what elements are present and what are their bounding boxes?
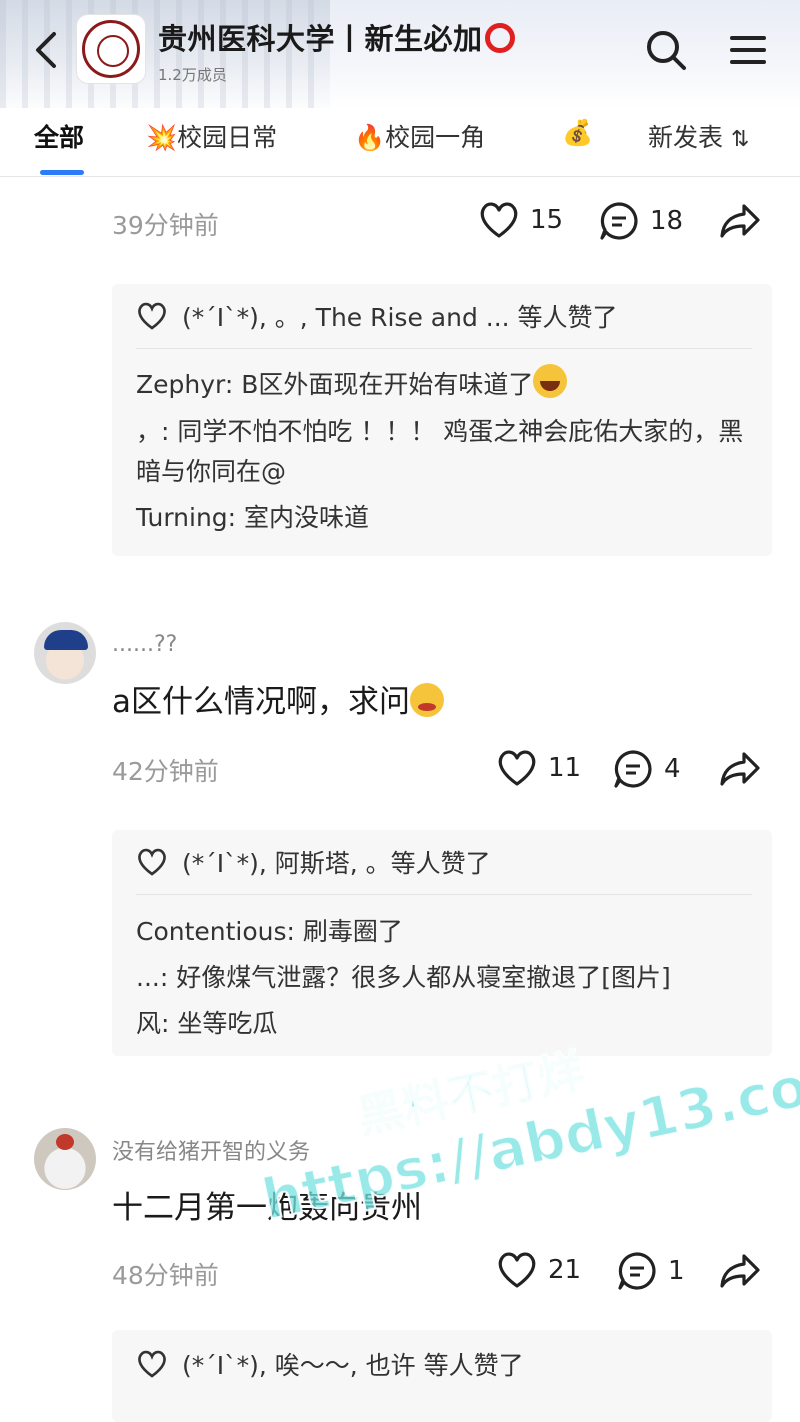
reply-author: Zephyr: bbox=[136, 370, 234, 399]
liked-by-text: (*´I`*), 阿斯塔, 。等人赞了 bbox=[182, 849, 491, 878]
like-button[interactable]: 15 bbox=[478, 200, 563, 240]
heart-outline-icon bbox=[138, 302, 166, 330]
reply-author: Turning: bbox=[136, 503, 237, 532]
active-tab-indicator bbox=[40, 170, 84, 175]
group-logo[interactable] bbox=[76, 14, 146, 84]
reply-author: Contentious: bbox=[136, 917, 295, 946]
sort-newest[interactable]: 新发表 ⇅ bbox=[648, 118, 749, 154]
comment-icon bbox=[600, 202, 638, 240]
apple-icon bbox=[56, 1134, 74, 1150]
comment-count: 4 bbox=[664, 754, 681, 784]
hamburger-menu-icon bbox=[730, 36, 766, 64]
user-avatar[interactable] bbox=[34, 622, 96, 684]
tab-campus-daily[interactable]: 💥校园日常 bbox=[146, 118, 277, 154]
liked-by-line: (*´I`*), 。, The Rise and ... 等人赞了 bbox=[136, 298, 618, 334]
post-time: 42分钟前 bbox=[112, 757, 219, 786]
group-title-text: 贵州医科大学丨新生必加 bbox=[158, 22, 483, 56]
group-title: 贵州医科大学丨新生必加 bbox=[158, 16, 515, 58]
reply-item[interactable]: Zephyr: B区外面现在开始有味道了 bbox=[136, 364, 756, 405]
comment-button[interactable]: 1 bbox=[616, 1250, 685, 1292]
comment-count: 18 bbox=[650, 206, 684, 236]
search-button[interactable] bbox=[642, 26, 690, 74]
sort-newest-label: 新发表 bbox=[648, 123, 724, 152]
user-avatar[interactable] bbox=[34, 1128, 96, 1190]
red-circle-icon bbox=[484, 23, 515, 53]
reply-text: 坐等吃瓜 bbox=[177, 1009, 278, 1038]
share-icon bbox=[720, 1254, 760, 1288]
category-tabs: 全部 💥校园日常 🔥校园一角 💰 新发表 ⇅ bbox=[0, 108, 800, 176]
reply-item[interactable]: Contentious: 刷毒圈了 bbox=[136, 912, 756, 952]
post-time: 39分钟前 bbox=[112, 211, 219, 240]
heart-outline-icon bbox=[138, 848, 166, 876]
reply-box[interactable]: (*´I`*), 唉～～, 也许 等人赞了 bbox=[112, 1330, 772, 1422]
comment-count: 1 bbox=[668, 1256, 685, 1286]
reply-text: 刷毒圈了 bbox=[302, 917, 403, 946]
tired-face-emoji-icon bbox=[410, 683, 444, 717]
share-icon bbox=[720, 752, 760, 786]
post-time: 48分钟前 bbox=[112, 1261, 219, 1290]
liked-by-text: (*´I`*), 唉～～, 也许 等人赞了 bbox=[182, 1351, 524, 1380]
cap-icon bbox=[44, 630, 88, 650]
comment-button[interactable]: 4 bbox=[612, 748, 681, 790]
comment-button[interactable]: 18 bbox=[598, 200, 683, 242]
tab-campus-corner[interactable]: 🔥校园一角 bbox=[354, 118, 485, 154]
share-button[interactable] bbox=[718, 748, 762, 790]
post-text-content: a区什么情况啊，求问 bbox=[112, 684, 410, 720]
divider bbox=[136, 348, 752, 349]
reply-text: 室内没味道 bbox=[244, 503, 370, 532]
reply-text: B区外面现在开始有味道了 bbox=[241, 370, 534, 399]
comment-icon bbox=[614, 750, 652, 788]
heart-icon bbox=[498, 750, 536, 786]
reply-text: 同学不怕不怕吃 ！！！ 鸡蛋之神会庇佑大家的，黑暗与你同在@ bbox=[136, 417, 744, 486]
username[interactable]: 没有给猪开智的义务 bbox=[112, 1134, 310, 1166]
reply-item[interactable]: 风: 坐等吃瓜 bbox=[136, 1004, 756, 1044]
share-button[interactable] bbox=[718, 200, 762, 242]
tabs-divider bbox=[0, 176, 800, 177]
reply-item[interactable]: ...: 好像煤气泄露？很多人都从寝室撤退了[图片] bbox=[136, 958, 756, 998]
liked-by-line: (*´I`*), 阿斯塔, 。等人赞了 bbox=[136, 844, 491, 880]
post-text: a区什么情况啊，求问 bbox=[112, 676, 444, 721]
heart-icon bbox=[498, 1252, 536, 1288]
heart-outline-icon bbox=[138, 1350, 166, 1378]
reply-author: 风: bbox=[136, 1009, 170, 1038]
chevron-left-icon bbox=[36, 32, 56, 68]
like-count: 21 bbox=[548, 1255, 582, 1285]
university-seal-icon bbox=[82, 20, 140, 78]
sort-icon: ⇅ bbox=[730, 127, 750, 152]
tab-all[interactable]: 全部 bbox=[34, 118, 84, 154]
member-count: 1.2万成员 bbox=[158, 66, 227, 84]
post-text: 十二月第一炮轰向贵州 bbox=[112, 1190, 422, 1226]
comment-icon bbox=[618, 1252, 656, 1290]
share-icon bbox=[720, 204, 760, 238]
group-header: 贵州医科大学丨新生必加 1.2万成员 bbox=[0, 0, 800, 108]
reply-text: 好像煤气泄露？很多人都从寝室撤退了[图片] bbox=[176, 963, 671, 992]
menu-button[interactable] bbox=[726, 28, 770, 72]
reply-author: ...: bbox=[136, 963, 169, 992]
like-button[interactable]: 21 bbox=[496, 1250, 581, 1290]
reply-item[interactable]: ，: 同学不怕不怕吃 ！！！ 鸡蛋之神会庇佑大家的，黑暗与你同在@ bbox=[136, 412, 756, 492]
like-button[interactable]: 11 bbox=[496, 748, 581, 788]
liked-by-line: (*´I`*), 唉～～, 也许 等人赞了 bbox=[136, 1346, 524, 1382]
share-button[interactable] bbox=[718, 1250, 762, 1292]
divider bbox=[136, 894, 752, 895]
heart-icon bbox=[480, 202, 518, 238]
like-count: 15 bbox=[530, 205, 564, 235]
search-icon bbox=[647, 31, 686, 70]
liked-by-text: (*´I`*), 。, The Rise and ... 等人赞了 bbox=[182, 303, 618, 332]
username[interactable]: ......?? bbox=[112, 632, 177, 657]
tab-money[interactable]: 💰 bbox=[562, 118, 612, 148]
reply-item[interactable]: Turning: 室内没味道 bbox=[136, 498, 756, 538]
reply-author: ，: bbox=[136, 417, 170, 446]
back-button[interactable] bbox=[28, 28, 68, 72]
reply-box[interactable]: (*´I`*), 阿斯塔, 。等人赞了 Contentious: 刷毒圈了 ..… bbox=[112, 830, 772, 1056]
like-count: 11 bbox=[548, 753, 582, 783]
laughing-emoji-icon bbox=[533, 364, 568, 398]
reply-box[interactable]: (*´I`*), 。, The Rise and ... 等人赞了 Zephyr… bbox=[112, 284, 772, 556]
